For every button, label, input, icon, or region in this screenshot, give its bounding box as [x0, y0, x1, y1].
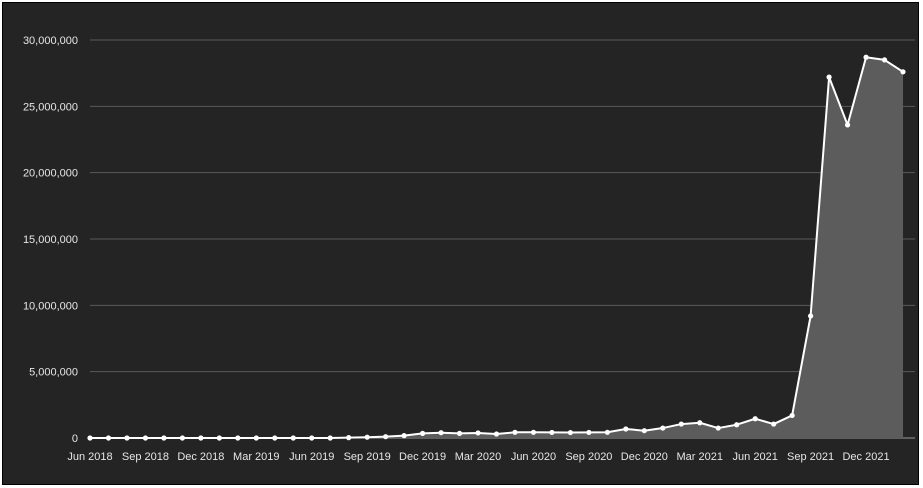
data-point	[623, 426, 629, 432]
area-chart: 0 5,000,000 10,000,000 15,000,000 20,000,000…	[23, 35, 915, 463]
data-point	[456, 430, 463, 436]
data-point	[493, 431, 500, 437]
data-point	[826, 74, 832, 80]
x-tick-label: Dec 2020	[621, 451, 668, 463]
series-line	[90, 56, 904, 439]
data-point	[734, 422, 740, 428]
data-point	[530, 429, 537, 435]
x-tick-label: Jun 2018	[67, 451, 112, 463]
data-point	[512, 429, 518, 435]
data-point	[105, 435, 112, 441]
data-point	[900, 69, 906, 75]
data-point	[789, 412, 795, 419]
x-axis-ticks: Jun 2018 Sep 2018 Dec 2018 Mar 2019 Jun 2019…	[67, 451, 889, 463]
data-point	[383, 434, 389, 440]
y-tick-label: 0	[72, 433, 78, 445]
data-point	[124, 435, 130, 441]
series-line-group	[90, 56, 904, 439]
data-point	[604, 429, 610, 435]
data-point	[253, 435, 259, 441]
x-tick-label: Dec 2019	[399, 451, 446, 463]
data-point	[844, 122, 851, 128]
y-tick-label: 5,000,000	[29, 367, 78, 379]
y-tick-label: 30,000,000	[23, 35, 78, 47]
data-point	[272, 435, 278, 441]
data-point	[586, 429, 592, 436]
data-point	[419, 430, 426, 436]
y-axis-ticks: 0 5,000,000 10,000,000 15,000,000 20,000,000…	[23, 35, 78, 445]
x-tick-label: Dec 2021	[842, 451, 889, 463]
x-tick-label: Mar 2019	[233, 451, 279, 463]
data-point	[660, 425, 666, 431]
data-point	[549, 429, 555, 436]
data-point	[216, 435, 222, 441]
data-point	[475, 430, 481, 436]
x-tick-label: Sep 2019	[344, 451, 391, 463]
x-tick-label: Sep 2021	[787, 451, 834, 463]
x-tick-label: Sep 2018	[122, 451, 169, 463]
y-tick-label: 15,000,000	[23, 234, 78, 246]
x-tick-label: Jun 2020	[511, 451, 556, 463]
data-point	[678, 421, 684, 427]
data-point	[715, 425, 721, 431]
series-area	[90, 57, 903, 438]
y-tick-label: 10,000,000	[23, 300, 78, 312]
data-point	[364, 434, 370, 440]
data-point	[641, 428, 647, 434]
data-point	[438, 430, 444, 436]
data-point	[87, 435, 93, 441]
x-tick-label: Sep 2020	[565, 451, 612, 463]
data-point	[290, 435, 296, 441]
gridlines	[90, 39, 915, 439]
data-point	[327, 435, 333, 441]
data-point	[752, 416, 758, 422]
data-point	[567, 429, 574, 436]
data-point	[346, 435, 352, 441]
y-tick-label: 20,000,000	[23, 168, 78, 180]
data-point	[142, 435, 149, 441]
x-tick-label: Mar 2021	[677, 451, 723, 463]
data-point	[309, 435, 315, 441]
data-point	[771, 421, 777, 427]
x-tick-label: Jun 2019	[289, 451, 334, 463]
data-points	[87, 54, 906, 441]
y-tick-label: 25,000,000	[23, 101, 78, 113]
chart-frame: 0 5,000,000 10,000,000 15,000,000 20,000,000…	[2, 2, 919, 485]
x-tick-label: Jun 2021	[733, 451, 778, 463]
area-fill	[90, 57, 903, 438]
data-point	[198, 435, 204, 441]
data-point	[863, 54, 869, 60]
data-point	[697, 420, 703, 426]
x-tick-label: Mar 2020	[455, 451, 501, 463]
data-point	[161, 435, 167, 441]
data-point	[235, 435, 241, 441]
x-tick-label: Dec 2018	[177, 451, 224, 463]
data-point	[881, 57, 888, 63]
data-point	[401, 433, 407, 439]
data-point	[179, 435, 185, 441]
data-point	[808, 313, 814, 319]
